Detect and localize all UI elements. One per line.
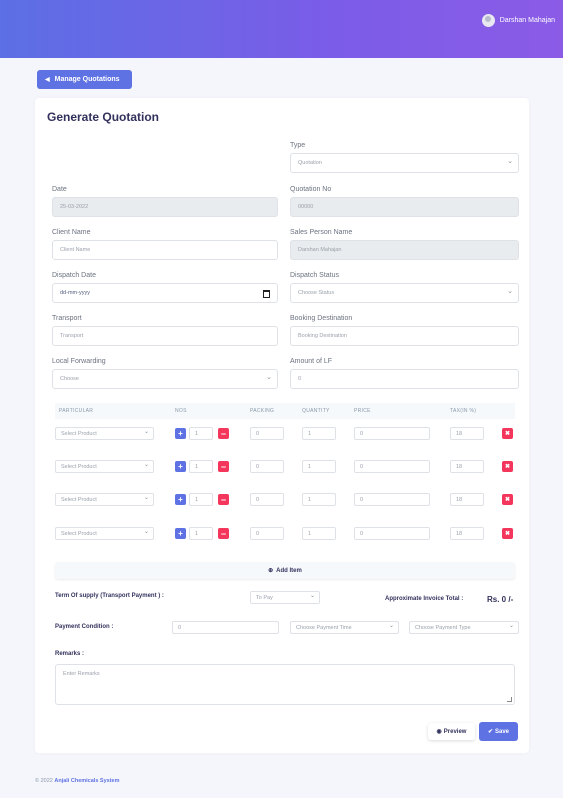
quantity-input[interactable]: 1 xyxy=(302,527,336,540)
manage-quotations-button[interactable]: ◀ Manage Quotations xyxy=(37,70,132,89)
eye-icon: ◉ xyxy=(436,729,442,735)
increment-nos-button[interactable]: + xyxy=(175,428,186,439)
footer: © 2022 Anjali Chemicals System xyxy=(35,778,119,784)
date-field: 25-03-2022 xyxy=(52,197,278,217)
type-select[interactable]: Quotation xyxy=(290,153,519,173)
decrement-nos-button[interactable]: − xyxy=(218,461,229,472)
top-header: Darshan Mahajan xyxy=(0,0,563,58)
items-table-header: PARTICULAR NOS PACKING QUANTITY PRICE TA… xyxy=(55,403,515,419)
date-label: Date xyxy=(52,186,67,193)
preview-button[interactable]: ◉ Preview xyxy=(428,723,475,740)
increment-nos-button[interactable]: + xyxy=(175,528,186,539)
type-label: Type xyxy=(290,142,306,149)
amount-lf-input[interactable]: 0 xyxy=(290,369,519,389)
product-select[interactable]: Select Product xyxy=(55,460,154,473)
dispatch-date-input[interactable]: dd-mm-yyyy xyxy=(52,283,278,303)
save-button[interactable]: ✔ Save xyxy=(479,722,518,741)
payment-type-select[interactable]: Choose Payment Type xyxy=(409,621,519,634)
nos-input[interactable]: 1 xyxy=(189,493,213,506)
quotation-no-field: 00000 xyxy=(290,197,519,217)
booking-destination-label: Booking Destination xyxy=(290,315,353,322)
tax-input[interactable]: 18 xyxy=(450,460,484,473)
sales-person-field: Darshan Mahajan xyxy=(290,240,519,260)
price-input[interactable]: 0 xyxy=(354,493,430,506)
col-packing: PACKING xyxy=(250,408,275,414)
payment-condition-input[interactable]: 0 xyxy=(172,621,279,634)
chevron-left-icon: ◀ xyxy=(45,77,50,83)
user-menu[interactable]: Darshan Mahajan xyxy=(481,14,555,27)
tax-input[interactable]: 18 xyxy=(450,493,484,506)
product-select[interactable]: Select Product xyxy=(55,427,154,440)
supply-select[interactable]: To Pay xyxy=(250,591,320,604)
avatar xyxy=(481,14,495,27)
supply-label: Term Of supply (Transport Payment ) : xyxy=(55,593,164,599)
local-forwarding-select[interactable]: Choose xyxy=(52,369,278,389)
tax-input[interactable]: 18 xyxy=(450,427,484,440)
approx-total-label: Approximate Invoice Total : xyxy=(385,596,464,602)
col-tax: TAX(IN %) xyxy=(450,408,477,414)
amount-lf-label: Amount of LF xyxy=(290,358,333,365)
user-name: Darshan Mahajan xyxy=(499,17,555,24)
transport-label: Transport xyxy=(52,315,82,322)
quantity-input[interactable]: 1 xyxy=(302,460,336,473)
col-nos: NOS xyxy=(175,408,187,414)
client-name-input[interactable]: Client Name xyxy=(52,240,278,260)
delete-row-button[interactable]: ✖ xyxy=(502,494,513,505)
page-title: Generate Quotation xyxy=(47,110,160,124)
approx-total-value: Rs. 0 /- xyxy=(487,595,514,604)
decrement-nos-button[interactable]: − xyxy=(218,494,229,505)
footer-year: © 2022 xyxy=(35,778,53,784)
price-input[interactable]: 0 xyxy=(354,460,430,473)
client-name-label: Client Name xyxy=(52,229,91,236)
product-select[interactable]: Select Product xyxy=(55,527,154,540)
delete-row-button[interactable]: ✖ xyxy=(502,461,513,472)
packing-input[interactable]: 0 xyxy=(250,460,284,473)
decrement-nos-button[interactable]: − xyxy=(218,528,229,539)
sales-person-label: Sales Person Name xyxy=(290,229,353,236)
remarks-textarea[interactable]: Enter Remarks xyxy=(55,664,515,705)
nos-input[interactable]: 1 xyxy=(189,427,213,440)
dispatch-status-select[interactable]: Choose Status xyxy=(290,283,519,303)
nos-input[interactable]: 1 xyxy=(189,527,213,540)
payment-time-select[interactable]: Choose Payment Time xyxy=(290,621,399,634)
price-input[interactable]: 0 xyxy=(354,427,430,440)
plus-circle-icon: ⊕ xyxy=(268,568,274,574)
booking-destination-input[interactable]: Booking Destination xyxy=(290,326,519,346)
quantity-input[interactable]: 1 xyxy=(302,427,336,440)
footer-company-link[interactable]: Anjali Chemicals System xyxy=(54,778,119,784)
packing-input[interactable]: 0 xyxy=(250,527,284,540)
quantity-input[interactable]: 1 xyxy=(302,493,336,506)
packing-input[interactable]: 0 xyxy=(250,427,284,440)
dispatch-date-label: Dispatch Date xyxy=(52,272,96,279)
local-forwarding-label: Local Forwarding xyxy=(52,358,106,365)
tax-input[interactable]: 18 xyxy=(450,527,484,540)
increment-nos-button[interactable]: + xyxy=(175,461,186,472)
remarks-label: Remarks : xyxy=(55,651,85,657)
product-select[interactable]: Select Product xyxy=(55,493,154,506)
col-particular: PARTICULAR xyxy=(59,408,94,414)
dispatch-status-label: Dispatch Status xyxy=(290,272,340,279)
col-quantity: QUANTITY xyxy=(302,408,330,414)
transport-input[interactable]: Transport xyxy=(52,326,278,346)
increment-nos-button[interactable]: + xyxy=(175,494,186,505)
add-item-button[interactable]: ⊕ Add Item xyxy=(55,562,515,579)
payment-condition-label: Payment Condition : xyxy=(55,624,114,630)
price-input[interactable]: 0 xyxy=(354,527,430,540)
delete-row-button[interactable]: ✖ xyxy=(502,528,513,539)
delete-row-button[interactable]: ✖ xyxy=(502,428,513,439)
col-price: PRICE xyxy=(354,408,371,414)
packing-input[interactable]: 0 xyxy=(250,493,284,506)
check-icon: ✔ xyxy=(487,729,493,735)
nos-input[interactable]: 1 xyxy=(189,460,213,473)
decrement-nos-button[interactable]: − xyxy=(218,428,229,439)
quotation-no-label: Quotation No xyxy=(290,186,332,193)
